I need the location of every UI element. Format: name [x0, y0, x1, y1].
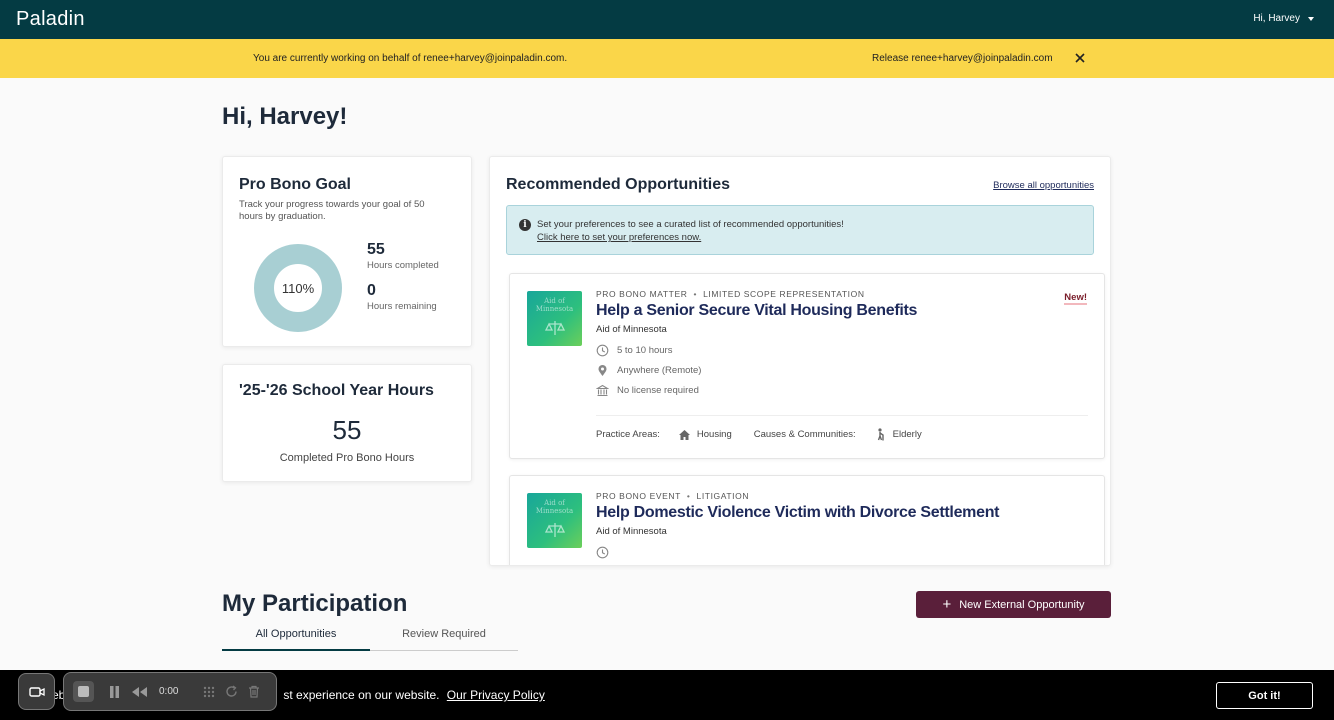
- hours-remaining-value: 0: [367, 282, 376, 299]
- cookie-text-rest: st experience on our website.: [283, 688, 440, 702]
- opportunity-card[interactable]: Aid of Minnesota PRO BONO EVENT • LITIGA…: [509, 475, 1105, 565]
- hours-text: 5 to 10 hours: [617, 345, 673, 356]
- user-greeting: Hi, Harvey: [1253, 13, 1300, 24]
- opportunity-title[interactable]: Help Domestic Violence Victim with Divor…: [596, 504, 1000, 522]
- stop-icon[interactable]: [73, 681, 94, 702]
- privacy-policy-link[interactable]: Our Privacy Policy: [447, 688, 545, 702]
- hours-detail: 5 to 10 hours: [596, 344, 672, 357]
- hours-detail: [596, 546, 609, 559]
- location-text: Anywhere (Remote): [617, 365, 702, 376]
- building-icon: [596, 384, 609, 397]
- grid-icon[interactable]: [203, 686, 215, 698]
- release-link[interactable]: Release renee+harvey@joinpaladin.com: [872, 53, 1053, 64]
- thumbnail-text: Aid of Minnesota: [535, 499, 574, 515]
- recording-time: 0:00: [159, 686, 179, 697]
- recommended-opportunities-card: Recommended Opportunities Browse all opp…: [489, 156, 1111, 566]
- page-greeting: Hi, Harvey!: [222, 103, 348, 130]
- camera-toggle-button[interactable]: [18, 673, 55, 710]
- opportunity-card[interactable]: Aid of Minnesota PRO BONO MATTER • LIMIT…: [509, 273, 1105, 459]
- hours-completed-stat: 55 Hours completed: [367, 241, 439, 271]
- info-icon: i: [519, 219, 531, 231]
- goal-title: Pro Bono Goal: [239, 176, 351, 193]
- school-year-hours-card: '25-'26 School Year Hours 55 Completed P…: [222, 364, 472, 482]
- school-year-label: Completed Pro Bono Hours: [279, 452, 415, 464]
- camera-icon: [28, 686, 45, 697]
- opportunity-meta: PRO BONO EVENT • LITIGATION: [596, 491, 750, 501]
- paladin-logo[interactable]: Paladin: [16, 8, 85, 31]
- scale-icon: [545, 523, 565, 537]
- trash-icon[interactable]: [248, 685, 260, 698]
- set-preferences-link[interactable]: Click here to set your preferences now.: [537, 231, 844, 244]
- location-detail: Anywhere (Remote): [596, 364, 701, 377]
- tab-all-opportunities[interactable]: All Opportunities: [222, 620, 370, 651]
- new-external-opportunity-label: New External Opportunity: [959, 598, 1085, 611]
- hours-remaining-label: Hours remaining: [367, 301, 437, 312]
- clock-icon: [596, 344, 609, 357]
- school-year-title: '25-'26 School Year Hours: [239, 382, 434, 399]
- browse-all-link[interactable]: Browse all opportunities: [993, 180, 1094, 191]
- causes-label: Causes & Communities:: [753, 429, 856, 440]
- my-participation-title: My Participation: [222, 590, 408, 617]
- preferences-notice: i Set your preferences to see a curated …: [506, 205, 1094, 255]
- pro-bono-goal-card: Pro Bono Goal Track your progress toward…: [222, 156, 472, 347]
- close-icon[interactable]: [1073, 51, 1087, 65]
- school-year-value: 55: [332, 415, 362, 445]
- opportunity-type: PRO BONO EVENT: [596, 491, 681, 501]
- hours-remaining-stat: 0 Hours remaining: [367, 282, 437, 312]
- new-badge: New!: [1064, 292, 1087, 305]
- person-cane-icon: [877, 428, 884, 441]
- practice-area-tag: Housing: [696, 429, 732, 440]
- scale-icon: [545, 321, 565, 335]
- hours-completed-value: 55: [367, 241, 385, 258]
- pause-icon[interactable]: [109, 686, 120, 698]
- divider: [596, 415, 1088, 416]
- location-pin-icon: [598, 365, 607, 376]
- recommended-title: Recommended Opportunities: [506, 176, 731, 193]
- clock-icon: [596, 546, 609, 559]
- organization-thumbnail: Aid of Minnesota: [527, 291, 582, 346]
- opportunity-type: PRO BONO MATTER: [596, 289, 688, 299]
- refresh-icon[interactable]: [225, 685, 238, 698]
- plus-icon: +: [942, 595, 952, 613]
- impersonation-banner: You are currently working on behalf of r…: [0, 39, 1334, 78]
- goal-description: Track your progress towards your goal of…: [239, 199, 425, 222]
- opportunity-organization: Aid of Minnesota: [596, 526, 667, 537]
- opportunity-subtype: LITIGATION: [696, 491, 750, 501]
- chevron-down-icon: [1308, 16, 1314, 21]
- banner-message: You are currently working on behalf of r…: [253, 53, 568, 64]
- goal-percent: 110%: [281, 280, 315, 296]
- opportunity-organization: Aid of Minnesota: [596, 324, 667, 335]
- got-it-button[interactable]: Got it!: [1216, 682, 1313, 709]
- practice-areas-label: Practice Areas:: [596, 429, 660, 440]
- license-text: No license required: [617, 385, 699, 396]
- hours-completed-label: Hours completed: [367, 260, 439, 271]
- license-detail: No license required: [596, 384, 699, 397]
- opportunity-title[interactable]: Help a Senior Secure Vital Housing Benef…: [596, 302, 917, 320]
- preferences-text: Set your preferences to see a curated li…: [537, 219, 844, 230]
- opportunity-subtype: LIMITED SCOPE REPRESENTATION: [703, 289, 865, 299]
- house-icon: [678, 429, 690, 440]
- new-external-opportunity-button[interactable]: + New External Opportunity: [916, 591, 1111, 618]
- screen-recorder-controls: 0:00: [63, 672, 277, 711]
- tab-review-required[interactable]: Review Required: [370, 620, 518, 651]
- cause-tag: Elderly: [892, 429, 922, 440]
- rewind-icon[interactable]: [132, 687, 147, 697]
- thumbnail-text: Aid of Minnesota: [535, 297, 574, 313]
- top-navbar: Paladin Hi, Harvey: [0, 0, 1334, 39]
- user-menu[interactable]: Hi, Harvey: [1253, 13, 1314, 24]
- organization-thumbnail: Aid of Minnesota: [527, 493, 582, 548]
- practice-areas-row: Practice Areas: Housing Causes & Communi…: [596, 428, 922, 441]
- opportunity-meta: PRO BONO MATTER • LIMITED SCOPE REPRESEN…: [596, 289, 865, 299]
- participation-tabs: All Opportunities Review Required: [222, 620, 518, 651]
